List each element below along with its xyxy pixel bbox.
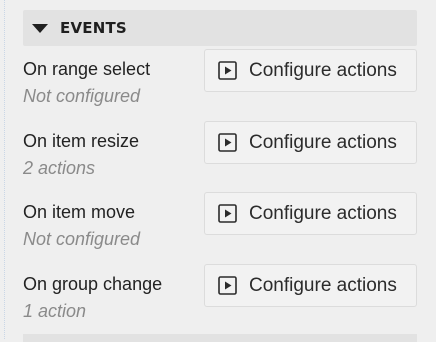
event-status: Not configured — [23, 86, 141, 106]
event-label: On range select — [23, 59, 151, 79]
play-icon — [218, 276, 237, 295]
configure-actions-label: Configure actions — [249, 274, 397, 296]
events-section-header[interactable]: EVENTS — [23, 10, 417, 46]
configure-actions-label: Configure actions — [249, 202, 397, 224]
configure-actions-label: Configure actions — [249, 59, 397, 81]
play-icon — [218, 61, 237, 80]
event-label: On group change — [23, 274, 163, 294]
play-icon — [218, 204, 237, 223]
event-row-item-resize: On item resize 2 actions Configure actio… — [23, 121, 417, 178]
play-icon — [218, 133, 237, 152]
configure-actions-button[interactable]: Configure actions — [204, 192, 417, 235]
event-row-group-change: On group change 1 action Configure actio… — [23, 264, 417, 321]
event-row-item-move: On item move Not configured Configure ac… — [23, 192, 417, 249]
configure-actions-label: Configure actions — [249, 131, 397, 153]
event-status: Not configured — [23, 229, 141, 249]
event-status: 1 action — [23, 301, 87, 321]
configure-actions-button[interactable]: Configure actions — [204, 121, 417, 164]
event-label: On item resize — [23, 131, 140, 151]
panel-left-guide — [4, 0, 5, 339]
event-row-range-select: On range select Not configured Configure… — [23, 49, 417, 106]
caret-down-icon — [32, 23, 48, 33]
event-label: On item move — [23, 202, 136, 222]
section-title: EVENTS — [60, 19, 127, 37]
configure-actions-button[interactable]: Configure actions — [204, 49, 417, 92]
next-section-header[interactable] — [23, 334, 417, 342]
event-status: 2 actions — [23, 158, 96, 178]
configure-actions-button[interactable]: Configure actions — [204, 264, 417, 307]
